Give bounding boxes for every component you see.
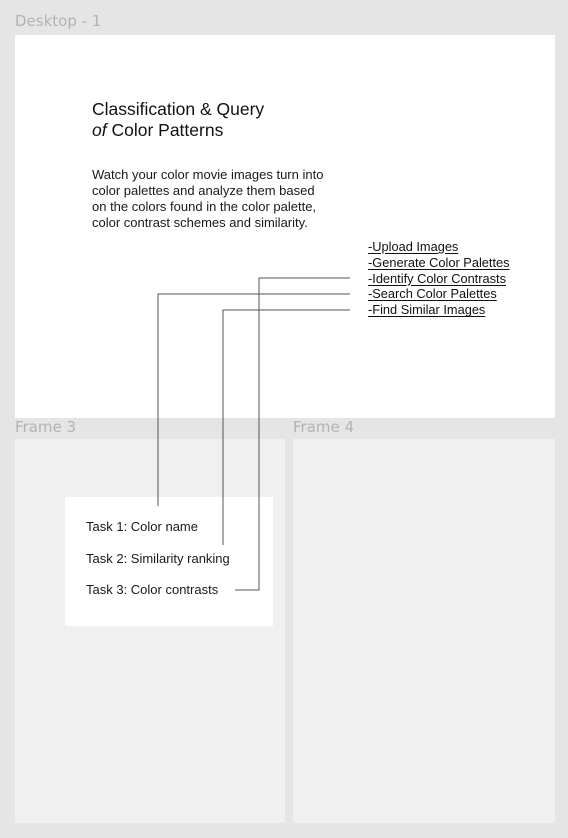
menu-item-search-color-palettes[interactable]: -Search Color Palettes [368,286,510,302]
feature-menu: -Upload Images -Generate Color Palettes … [368,239,510,318]
design-canvas: Desktop - 1 Frame 3 Frame 4 Classificati… [0,0,568,838]
title-line-1: Classification & Query [92,99,265,119]
frame-label-desktop[interactable]: Desktop - 1 [15,12,101,30]
frame-label-frame3[interactable]: Frame 3 [15,418,76,436]
title-line-2: of Color Patterns [92,120,264,141]
task-1-label: Task 1: Color name [86,519,198,534]
frame-4 [293,439,555,823]
menu-item-generate-color-palettes[interactable]: -Generate Color Palettes [368,255,510,271]
menu-item-identify-color-contrasts[interactable]: -Identify Color Contrasts [368,271,510,287]
title-emphasis: of [92,120,107,140]
frame-label-frame4[interactable]: Frame 4 [293,418,354,436]
menu-item-find-similar-images[interactable]: -Find Similar Images [368,302,510,318]
task-3-label: Task 3: Color contrasts [86,582,219,597]
task-2-label: Task 2: Similarity ranking [86,551,230,566]
menu-item-upload-images[interactable]: -Upload Images [368,239,510,255]
intro-description: Watch your color movie images turn into … [92,167,324,230]
page-title: Classification & Query of Color Patterns [92,99,264,141]
title-rest: Color Patterns [106,120,224,140]
